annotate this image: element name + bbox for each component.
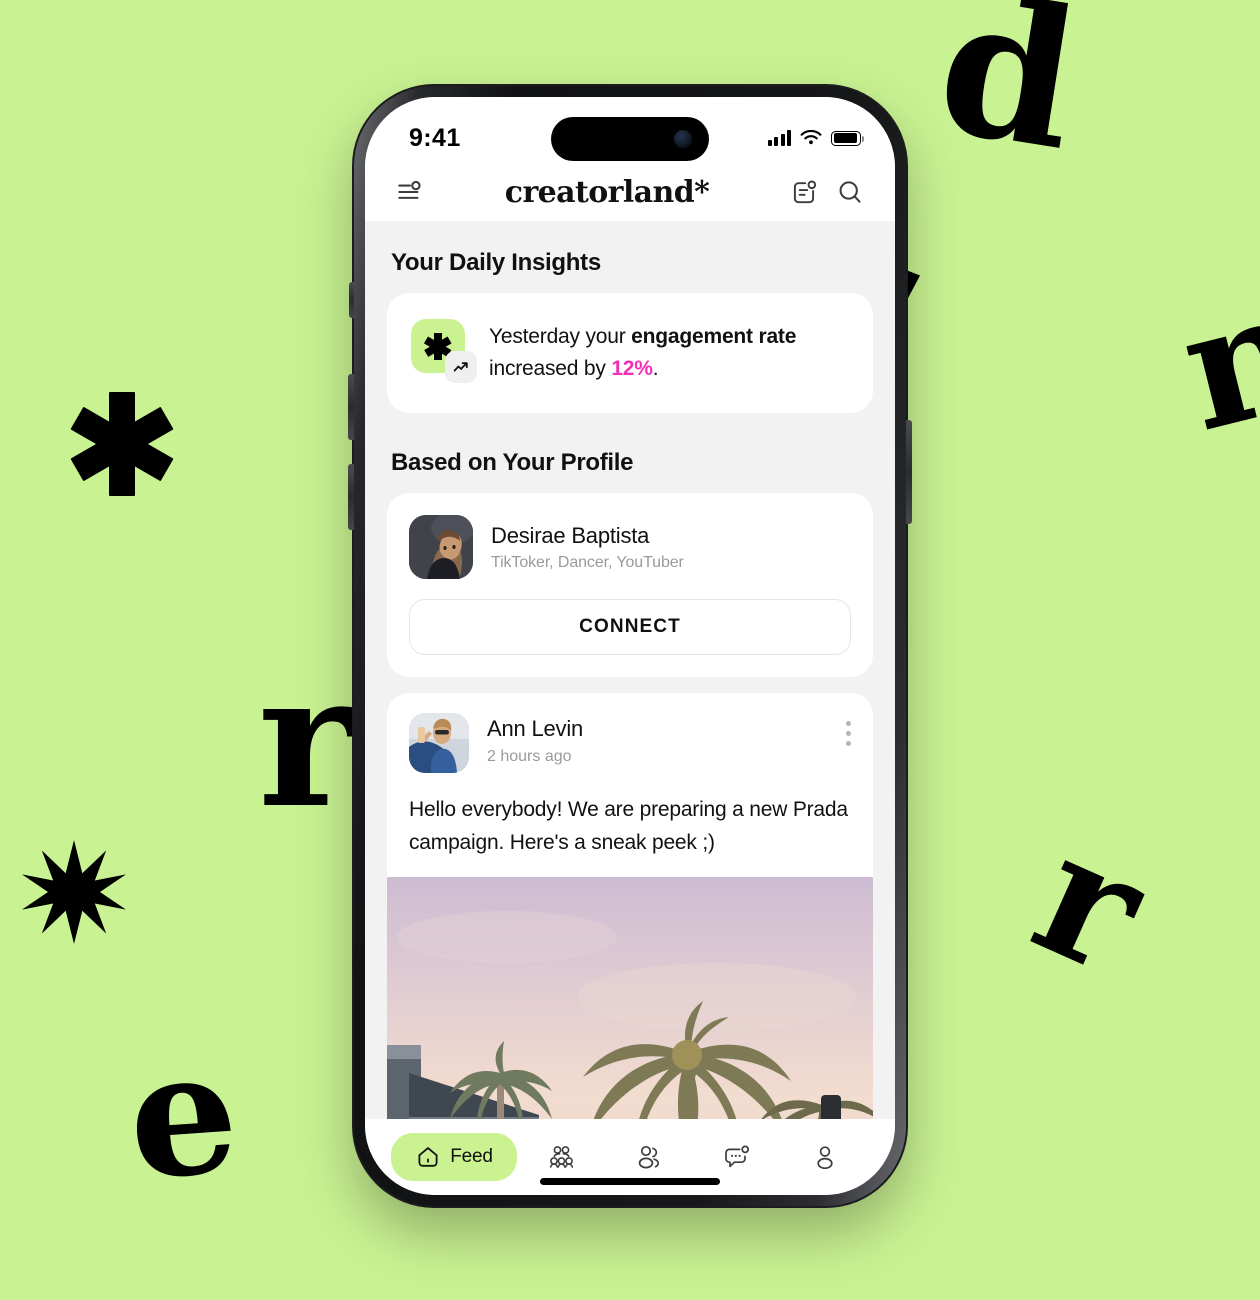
post-body-text: Hello everybody! We are preparing a new … <box>409 798 848 854</box>
home-indicator <box>540 1178 720 1185</box>
tab-community[interactable] <box>517 1142 605 1172</box>
phone-mockup: 9:41 creatorland* Your Daily Insights Ye… <box>348 84 912 1208</box>
creator-tags: TikToker, Dancer, YouTuber <box>491 553 684 571</box>
home-icon <box>418 1147 438 1167</box>
tab-feed-label: Feed <box>450 1146 493 1167</box>
insight-text: Yesterday your engagement rate increased… <box>489 319 851 385</box>
status-indicators <box>767 130 865 146</box>
cellular-signal-icon <box>767 130 791 146</box>
creator-name: Desirae Baptista <box>491 522 650 548</box>
decorative-letter-e: e <box>122 1011 245 1219</box>
kebab-menu-icon[interactable] <box>846 713 851 746</box>
tab-connections[interactable] <box>605 1142 693 1172</box>
section-title-insights: Your Daily Insights <box>391 249 601 276</box>
chat-badge-icon <box>725 1145 750 1168</box>
filter-lines-icon[interactable] <box>395 177 425 207</box>
insight-text-part-2: increased by <box>489 357 612 380</box>
news-badge-icon[interactable] <box>789 177 819 207</box>
post-author-name: Ann Levin <box>487 716 584 741</box>
dynamic-island <box>551 117 709 161</box>
insight-text-part-4: . <box>652 357 659 380</box>
app-header: creatorland* <box>365 163 895 221</box>
power-button[interactable] <box>906 420 912 524</box>
author-avatar[interactable] <box>409 713 469 773</box>
person-icon <box>817 1146 833 1170</box>
insight-text-part-1: engagement rate <box>631 325 797 348</box>
feed-post-card: Ann Levin 2 hours ago Hello everybody! W… <box>387 693 873 1119</box>
decorative-letter-r-left: r <box>258 631 356 849</box>
silent-switch[interactable] <box>349 282 354 318</box>
decorative-letter-n: n <box>1164 251 1260 469</box>
search-icon[interactable] <box>835 177 865 207</box>
status-time: 9:41 <box>409 123 461 152</box>
app-header-actions <box>789 177 865 207</box>
creator-avatar[interactable] <box>409 515 473 579</box>
section-title-profile: Based on Your Profile <box>391 449 634 476</box>
tab-feed[interactable]: Feed <box>391 1133 517 1181</box>
tab-messages[interactable] <box>693 1142 781 1172</box>
post-image[interactable] <box>387 877 873 1119</box>
insight-metric-value: 12% <box>611 357 653 380</box>
post-timestamp: 2 hours ago <box>487 748 572 765</box>
connections-icon <box>638 1145 660 1169</box>
star-burst-icon <box>22 840 126 944</box>
decorative-letter-r-right: r <box>1008 793 1172 1013</box>
daily-insight-card[interactable]: Yesterday your engagement rate increased… <box>387 293 873 413</box>
app-logo: creatorland* <box>504 174 710 210</box>
volume-up-button[interactable] <box>348 374 354 440</box>
phone-screen: 9:41 creatorland* Your Daily Insights Ye… <box>365 97 895 1195</box>
asterisk-icon <box>70 392 174 496</box>
community-icon <box>549 1146 574 1168</box>
insight-badge <box>411 319 477 383</box>
decorative-letter-d: d <box>925 0 1092 194</box>
feed-scroll-area[interactable]: Your Daily Insights Yesterday your engag… <box>365 221 895 1119</box>
wifi-icon <box>800 130 822 145</box>
suggested-creator-card: Desirae Baptista TikToker, Dancer, YouTu… <box>387 493 873 677</box>
battery-icon <box>831 130 865 146</box>
connect-button[interactable]: CONNECT <box>409 599 851 655</box>
trend-up-icon <box>445 351 477 383</box>
insight-text-part-0: Yesterday your <box>489 325 632 348</box>
tab-profile[interactable] <box>781 1142 869 1172</box>
volume-down-button[interactable] <box>348 464 354 530</box>
